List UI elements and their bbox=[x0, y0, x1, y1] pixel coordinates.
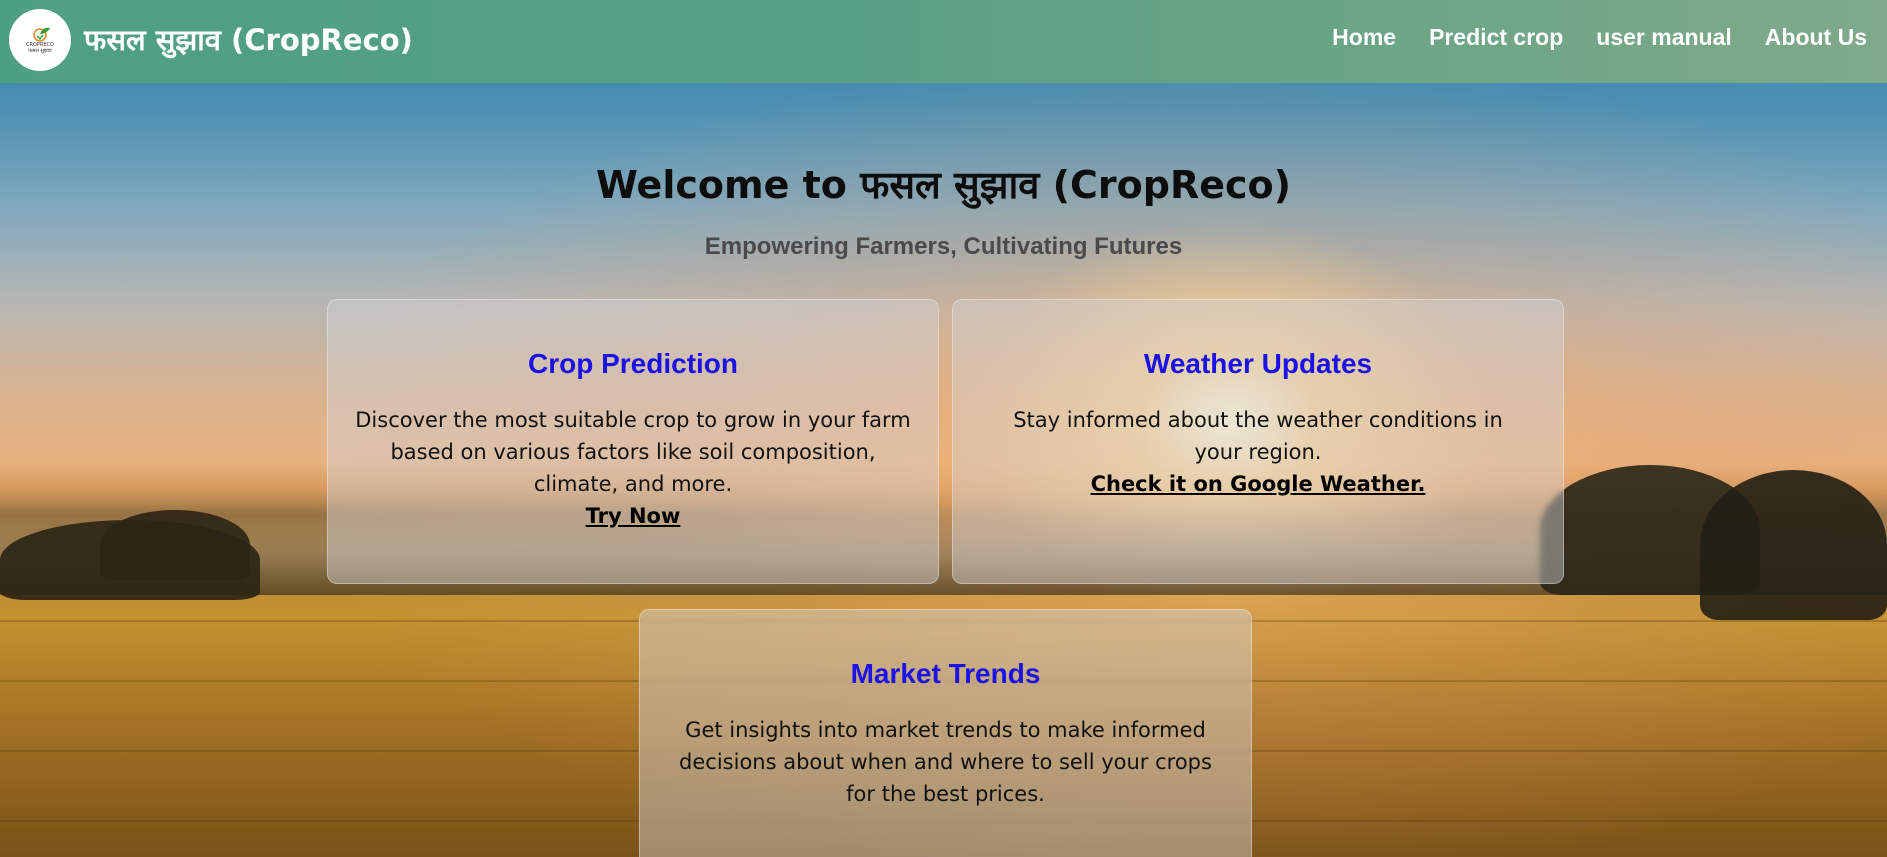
card-description: Stay informed about the weather conditio… bbox=[1013, 408, 1503, 464]
card-title: Market Trends bbox=[850, 658, 1041, 689]
card-description: Discover the most suitable crop to grow … bbox=[355, 408, 911, 496]
hero-subtitle: Empowering Farmers, Cultivating Futures bbox=[704, 233, 1183, 260]
card-title: Crop Prediction bbox=[527, 348, 738, 379]
cropreco-logo[interactable]: CROPRECO फसल सुझाव bbox=[9, 9, 71, 71]
nav-about-us[interactable]: About Us bbox=[1765, 24, 1867, 51]
navbar: CROPRECO फसल सुझाव फसल सुझाव (CropReco) … bbox=[0, 0, 1887, 83]
card-description: Get insights into market trends to make … bbox=[679, 718, 1212, 806]
logo-text-hindi: फसल सुझाव bbox=[28, 48, 52, 54]
nav-user-manual[interactable]: user manual bbox=[1596, 24, 1732, 51]
tree-cluster-left-2 bbox=[100, 510, 250, 580]
card-title: Weather Updates bbox=[1143, 348, 1373, 379]
card-weather-updates: Weather Updates Stay informed about the … bbox=[952, 299, 1564, 584]
try-now-link[interactable]: Try Now bbox=[352, 500, 914, 532]
google-weather-link[interactable]: Check it on Google Weather. bbox=[987, 468, 1529, 500]
nav-home[interactable]: Home bbox=[1332, 24, 1396, 51]
hero-title: Welcome to फसल सुझाव (CropReco) bbox=[595, 163, 1292, 207]
card-crop-prediction: Crop Prediction Discover the most suitab… bbox=[327, 299, 939, 584]
card-market-trends: Market Trends Get insights into market t… bbox=[639, 609, 1252, 857]
leaf-icon bbox=[29, 26, 51, 42]
nav-predict-crop[interactable]: Predict crop bbox=[1429, 24, 1563, 51]
nav-menu: Home Predict crop user manual About Us bbox=[1332, 24, 1867, 51]
tree-cluster-far-right bbox=[1700, 470, 1887, 620]
page: CROPRECO फसल सुझाव फसल सुझाव (CropReco) … bbox=[0, 0, 1887, 857]
brand-title[interactable]: फसल सुझाव (CropReco) bbox=[84, 20, 413, 59]
